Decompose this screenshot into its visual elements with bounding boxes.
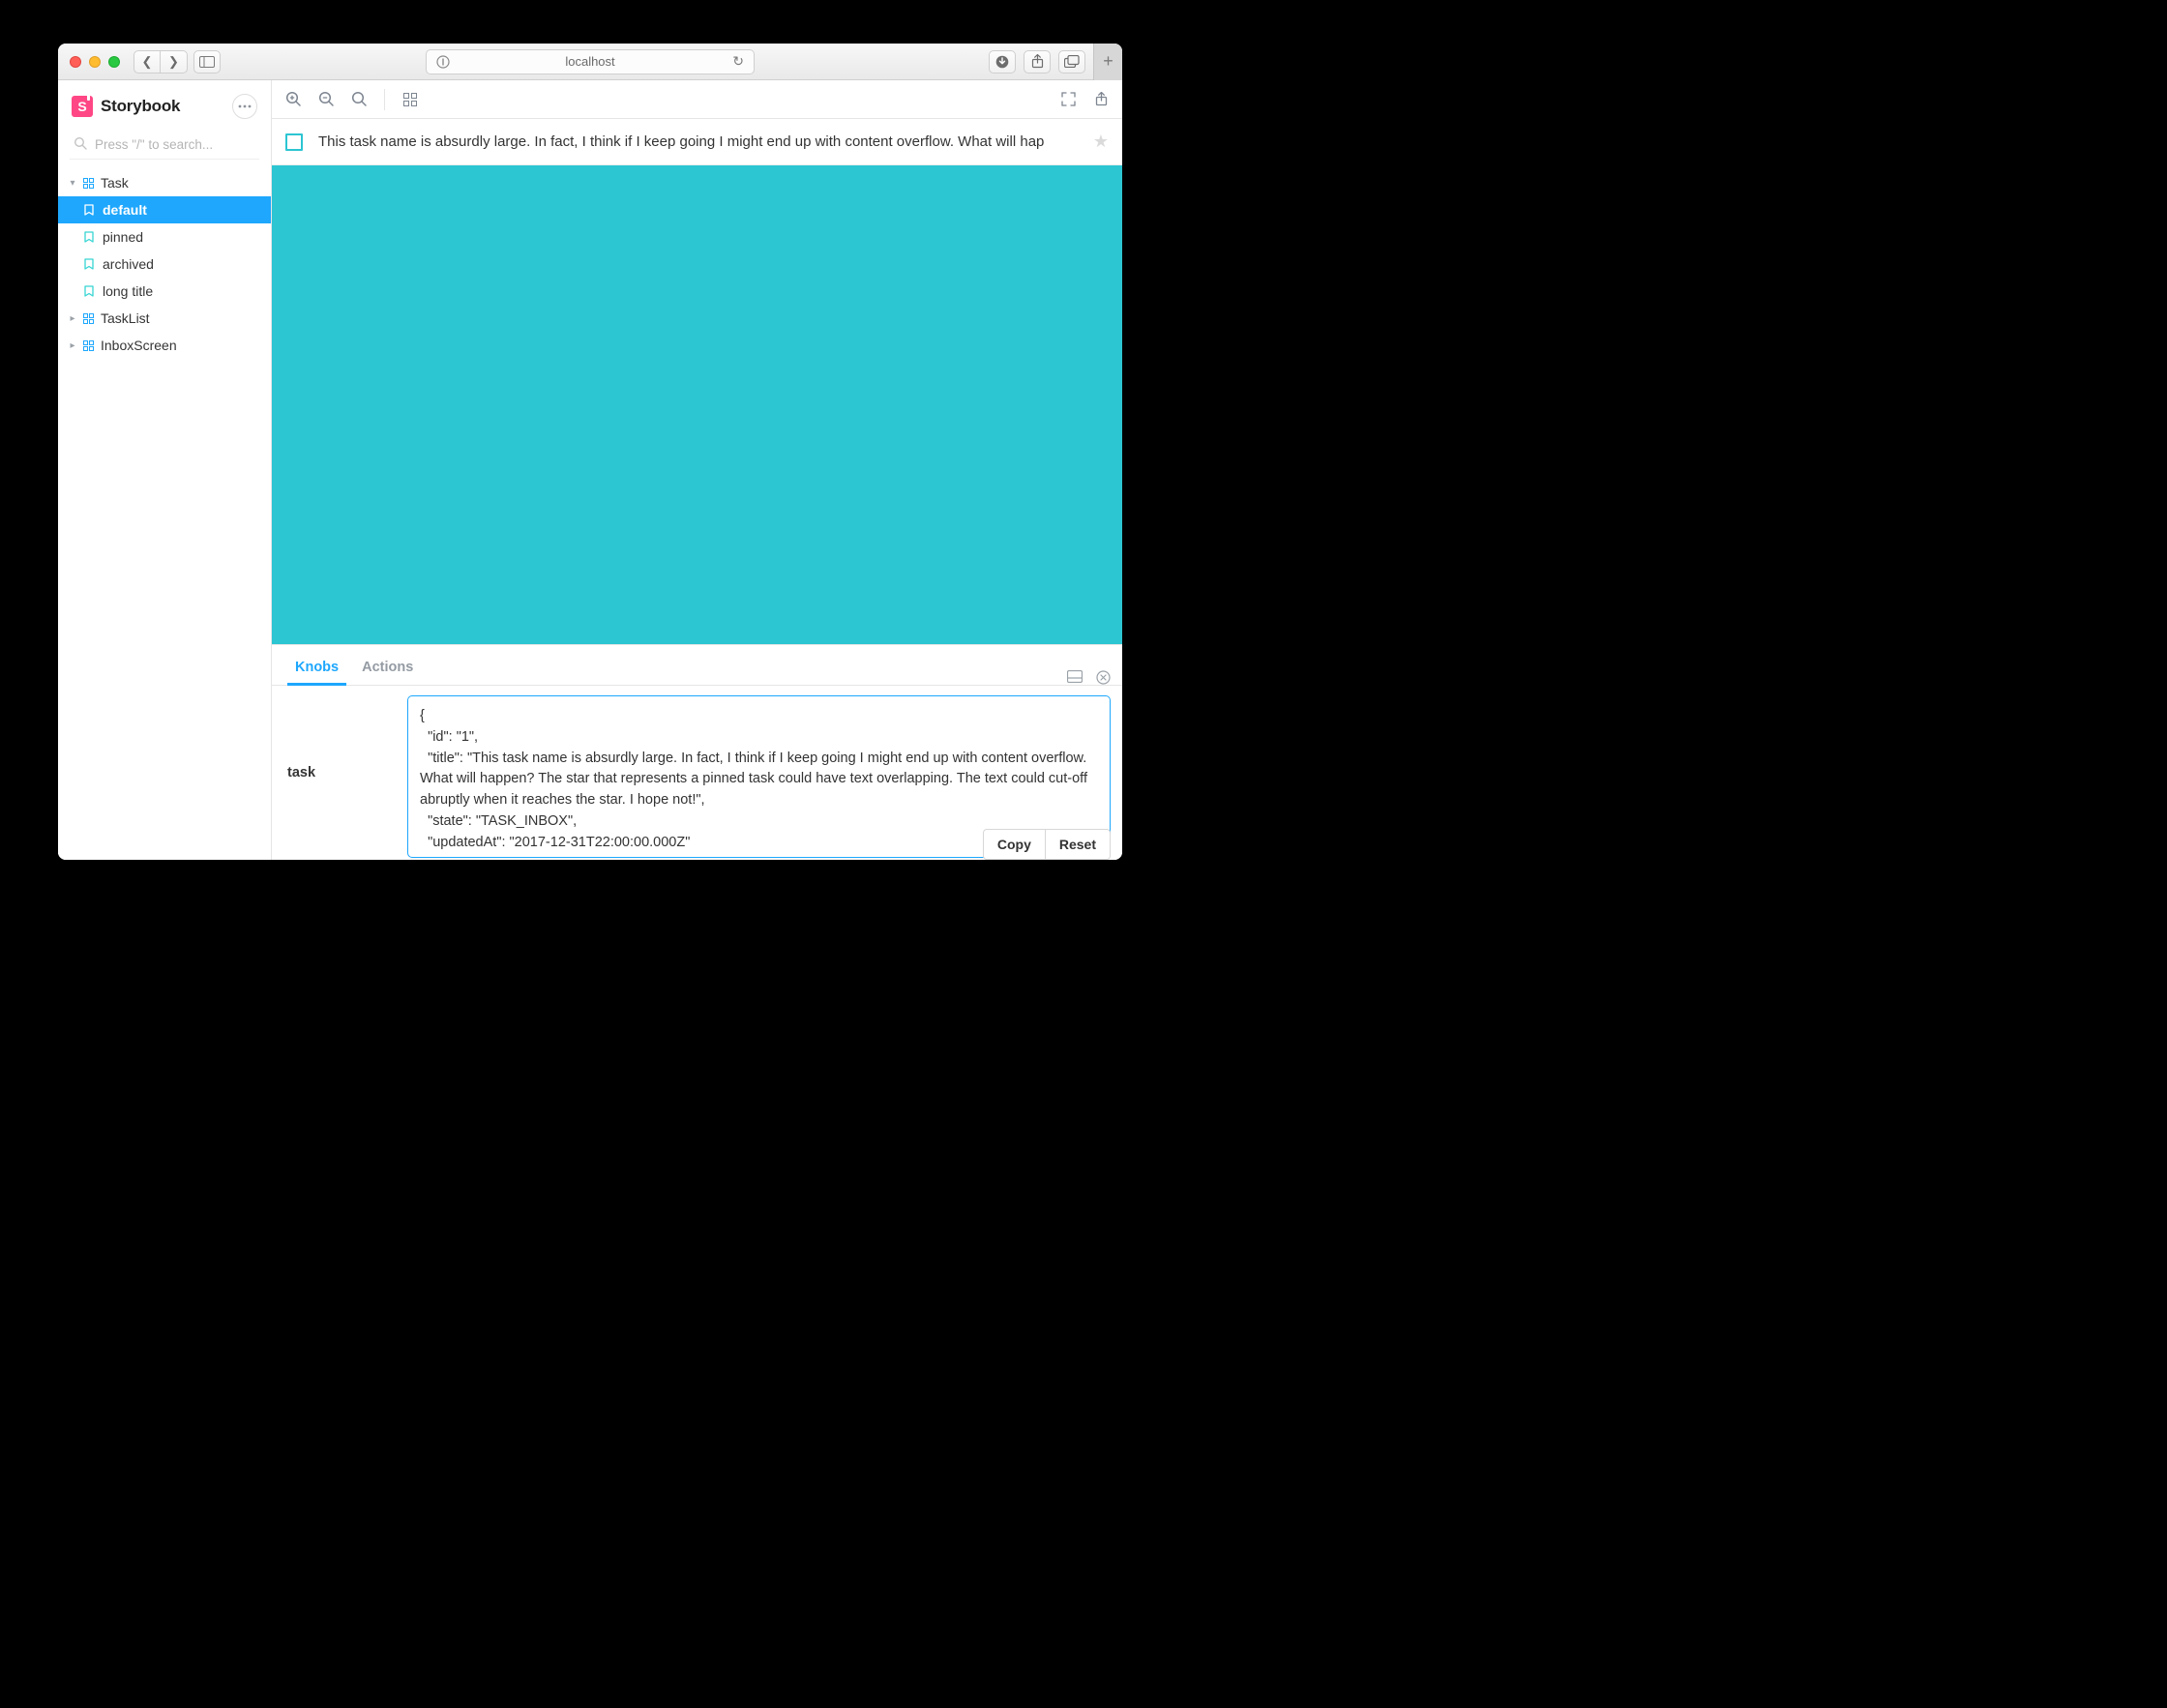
tree-label: archived: [103, 256, 154, 272]
tree-story-long-title[interactable]: long title: [58, 278, 271, 305]
sidebar: S Storybook ▾: [58, 80, 272, 860]
app-title: Storybook: [101, 97, 180, 116]
browser-window: ❮ ❯ localhost ↻: [58, 44, 1122, 860]
knob-label: task: [272, 686, 407, 860]
tree-component-task[interactable]: ▾ Task: [58, 169, 271, 196]
titlebar: ❮ ❯ localhost ↻: [58, 44, 1122, 80]
tree-label: long title: [103, 283, 153, 299]
tab-knobs[interactable]: Knobs: [283, 650, 350, 685]
toolbar-separator: [384, 89, 385, 110]
tree-label: pinned: [103, 229, 143, 245]
task-title: This task name is absurdly large. In fac…: [318, 133, 1078, 150]
chevron-right-icon: ▸: [66, 340, 79, 351]
search-input[interactable]: [70, 131, 259, 160]
close-panel-button[interactable]: [1096, 670, 1111, 685]
knob-actions: Copy Reset: [983, 829, 1111, 860]
tree-component-inboxscreen[interactable]: ▸ InboxScreen: [58, 332, 271, 359]
panel-position-button[interactable]: [1067, 670, 1083, 685]
tree-label: InboxScreen: [101, 338, 177, 353]
component-icon: [81, 176, 95, 190]
component-icon: [81, 311, 95, 325]
tree-story-default[interactable]: default: [58, 196, 271, 223]
preview-canvas: This task name is absurdly large. In fac…: [272, 119, 1122, 644]
close-window-button[interactable]: [70, 56, 81, 68]
tree-label: Task: [101, 175, 129, 191]
main-panel: This task name is absurdly large. In fac…: [272, 80, 1122, 860]
tree-label: TaskList: [101, 310, 150, 326]
tree-story-archived[interactable]: archived: [58, 250, 271, 278]
url-bar[interactable]: localhost ↻: [426, 49, 755, 74]
new-tab-button[interactable]: +: [1093, 44, 1122, 80]
pin-star-icon[interactable]: ★: [1093, 132, 1109, 152]
zoom-reset-button[interactable]: [349, 90, 369, 109]
tree-label: default: [103, 202, 147, 218]
preview-toolbar: [272, 80, 1122, 119]
storybook-logo-icon: S: [72, 96, 93, 117]
search-icon: [74, 136, 87, 150]
story-icon: [83, 230, 95, 244]
tree-story-pinned[interactable]: pinned: [58, 223, 271, 250]
back-button[interactable]: ❮: [134, 50, 161, 74]
downloads-button[interactable]: [989, 50, 1016, 74]
explorer-tree: ▾ Task default: [58, 169, 271, 359]
sidebar-menu-button[interactable]: [232, 94, 257, 119]
reload-icon[interactable]: ↻: [732, 53, 744, 70]
task-row: This task name is absurdly large. In fac…: [272, 119, 1122, 165]
fullscreen-button[interactable]: [1058, 90, 1078, 109]
story-icon: [83, 203, 95, 217]
site-info-icon: [436, 55, 450, 69]
zoom-out-button[interactable]: [316, 90, 336, 109]
component-icon: [81, 339, 95, 352]
story-icon: [83, 284, 95, 298]
addons-tabs: Knobs Actions: [272, 645, 1122, 686]
reset-button[interactable]: Reset: [1046, 829, 1111, 860]
share-button[interactable]: [1024, 50, 1051, 74]
window-controls: [70, 56, 120, 68]
tabs-button[interactable]: [1058, 50, 1085, 74]
open-new-tab-button[interactable]: [1091, 90, 1111, 109]
storybook-app: S Storybook ▾: [58, 80, 1122, 860]
story-icon: [83, 257, 95, 271]
copy-button[interactable]: Copy: [983, 829, 1046, 860]
zoom-window-button[interactable]: [108, 56, 120, 68]
sidebar-toggle-button[interactable]: [193, 50, 221, 74]
grid-button[interactable]: [401, 90, 420, 109]
addons-panel: Knobs Actions task: [272, 644, 1122, 860]
nav-back-forward: ❮ ❯: [134, 50, 188, 74]
tree-component-tasklist[interactable]: ▸ TaskList: [58, 305, 271, 332]
task-checkbox[interactable]: [285, 133, 303, 151]
tab-actions[interactable]: Actions: [350, 650, 425, 685]
zoom-in-button[interactable]: [283, 90, 303, 109]
canvas-fill: [272, 165, 1122, 644]
url-text: localhost: [565, 54, 614, 69]
chevron-down-icon: ▾: [66, 178, 79, 189]
minimize-window-button[interactable]: [89, 56, 101, 68]
forward-button[interactable]: ❯: [161, 50, 188, 74]
chevron-right-icon: ▸: [66, 313, 79, 324]
